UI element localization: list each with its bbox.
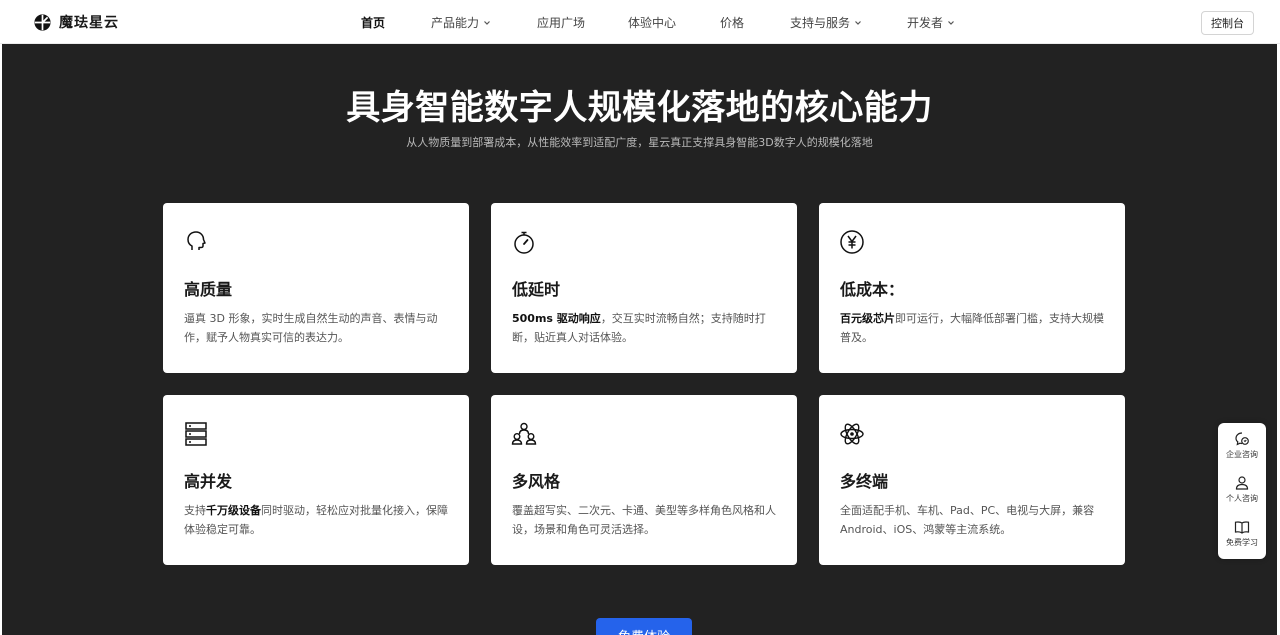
person-icon [1235,476,1249,490]
chat-icon [1235,432,1249,446]
atom-icon [840,423,864,445]
people-icon [511,422,537,445]
feature-description: 百元级芯片即可运行，大幅降低部署门槛，支持大规模普及。 [840,309,1110,347]
feature-desc-text: 逼真 3D 形象，实时生成自然生动的声音、表情与动作，赋予人物真实可信的表达力。 [184,312,438,344]
feature-card-low-latency: 低延时 500ms 驱动响应，交互实时流畅自然；支持随时打断，贴近真人对话体验。 [491,203,797,373]
feature-desc-text: 全面适配手机、车机、Pad、PC、电视与大屏，兼容 Android、iOS、鸿蒙… [840,504,1095,536]
nav-pricing[interactable]: 价格 [720,14,744,31]
nav-developer-label: 开发者 [907,16,944,30]
nav-experience-center[interactable]: 体验中心 [628,14,676,31]
nav-product-capabilities[interactable]: 产品能力 [431,14,491,31]
chevron-down-icon [855,20,861,25]
free-learning-button[interactable]: 免费学习 [1218,513,1266,557]
feature-card-quality: 高质量 逼真 3D 形象，实时生成自然生动的声音、表情与动作，赋予人物真实可信的… [163,203,469,373]
feature-description: 逼真 3D 形象，实时生成自然生动的声音、表情与动作，赋予人物真实可信的表达力。 [184,309,454,347]
nav-home-label: 首页 [361,16,386,30]
book-icon [1234,521,1250,534]
feature-card-multi-style: 多风格 覆盖超写实、二次元、卡通、美型等多样角色风格和人设，场景和角色可灵活选择… [491,395,797,565]
free-trial-button[interactable]: 免费体验 [596,618,692,635]
brand-name: 魔珐星云 [59,15,119,31]
feature-title: 低成本： [840,280,905,299]
stopwatch-icon [514,231,534,254]
capabilities-section: 具身智能数字人规模化落地的核心能力 从人物质量到部署成本，从性能效率到适配广度，… [2,44,1277,635]
chevron-down-icon [484,20,490,25]
feature-title: 多终端 [840,472,889,491]
feature-highlight: 百元级芯片 [840,312,895,325]
top-nav-bar: 魔珐星云 首页 产品能力 应用广场 体验中心 价格 支持与服务 开发者 控制台 [0,0,1280,44]
server-icon [185,422,207,446]
nav-home[interactable]: 首页 [361,14,385,31]
nav-experience-label: 体验中心 [628,16,677,30]
feature-title: 高质量 [184,280,233,299]
console-button[interactable]: 控制台 [1201,11,1254,35]
nav-pricing-label: 价格 [720,16,745,30]
feature-title: 低延时 [512,280,561,299]
yen-icon [840,230,864,254]
feature-description: 全面适配手机、车机、Pad、PC、电视与大屏，兼容 Android、iOS、鸿蒙… [840,501,1110,539]
feature-title: 高并发 [184,472,233,491]
nav-support-label: 支持与服务 [790,16,851,30]
feature-highlight: 500ms 驱动响应 [512,312,601,325]
feature-card-multi-terminal: 多终端 全面适配手机、车机、Pad、PC、电视与大屏，兼容 Android、iO… [819,395,1125,565]
feature-description: 500ms 驱动响应，交互实时流畅自然；支持随时打断，贴近真人对话体验。 [512,309,782,347]
feature-description: 支持千万级设备同时驱动，轻松应对批量化接入，保障体验稳定可靠。 [184,501,454,539]
floating-contact-bar: 企业咨询 个人咨询 免费学习 [1218,423,1266,559]
nav-product-label: 产品能力 [431,16,480,30]
enterprise-consult-button[interactable]: 企业咨询 [1218,425,1266,469]
feature-card-low-cost: 低成本： 百元级芯片即可运行，大幅降低部署门槛，支持大规模普及。 [819,203,1125,373]
feature-title: 多风格 [512,472,561,491]
enterprise-consult-label: 企业咨询 [1226,450,1258,459]
section-subtitle: 从人物质量到部署成本，从性能效率到适配广度，星云真正支撑具身智能3D数字人的规模… [406,136,873,149]
feature-highlight: 千万级设备 [206,504,261,517]
brand-logo-icon [34,13,51,31]
feature-card-high-concurrency: 高并发 支持千万级设备同时驱动，轻松应对批量化接入，保障体验稳定可靠。 [163,395,469,565]
feature-desc-prefix: 支持 [184,504,206,517]
brand-logo[interactable]: 魔珐星云 [34,13,119,31]
feature-description: 覆盖超写实、二次元、卡通、美型等多样角色风格和人设，场景和角色可灵活选择。 [512,501,782,539]
chevron-down-icon [948,20,954,25]
feature-desc-text: 覆盖超写实、二次元、卡通、美型等多样角色风格和人设，场景和角色可灵活选择。 [512,504,776,536]
nav-app-plaza[interactable]: 应用广场 [537,14,585,31]
personal-consult-button[interactable]: 个人咨询 [1218,469,1266,513]
nav-developer[interactable]: 开发者 [907,14,955,31]
free-learning-label: 免费学习 [1226,538,1258,547]
head-icon [187,231,206,250]
nav-support[interactable]: 支持与服务 [790,14,862,31]
section-title: 具身智能数字人规模化落地的核心能力 [346,88,933,128]
nav-app-plaza-label: 应用广场 [537,16,586,30]
personal-consult-label: 个人咨询 [1226,494,1258,503]
